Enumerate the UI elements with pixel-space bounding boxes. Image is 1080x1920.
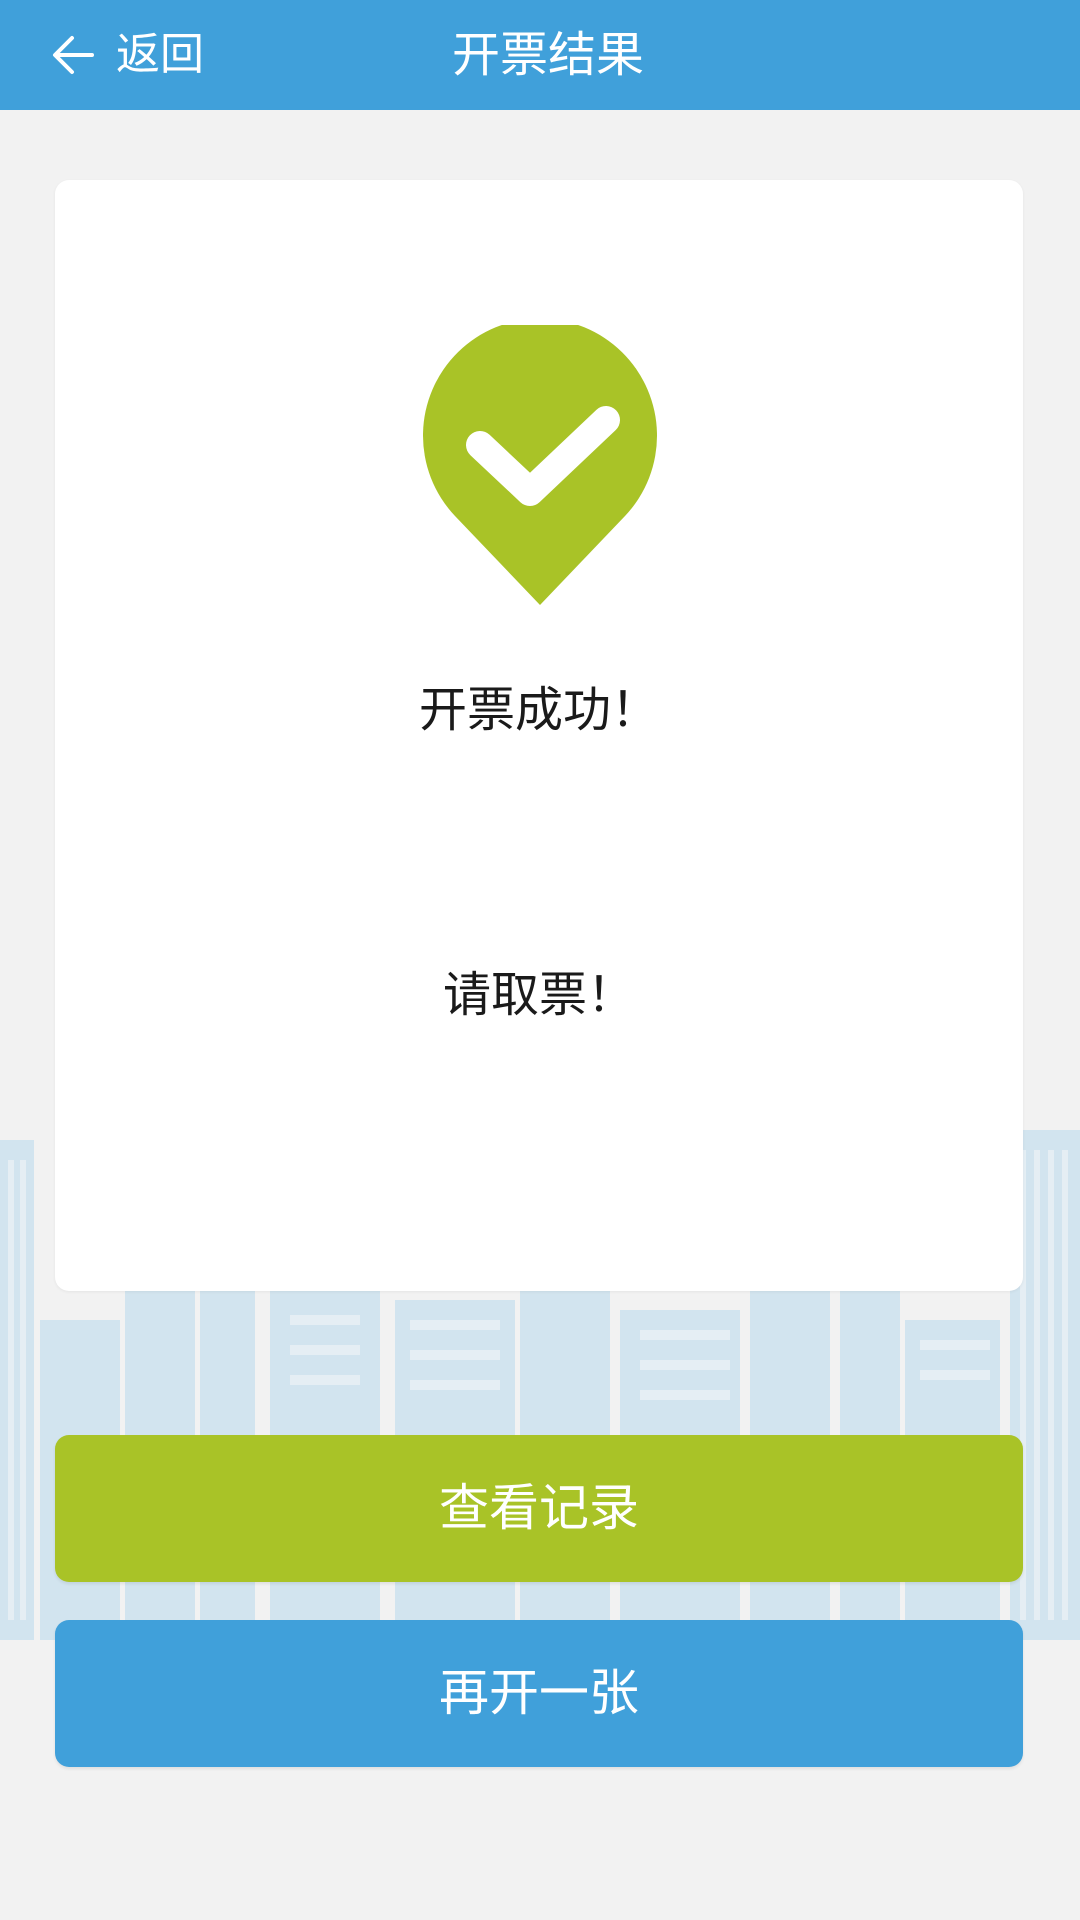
- check-pin-icon: [423, 325, 657, 605]
- issue-another-button[interactable]: 再开一张: [55, 1620, 1023, 1767]
- page-title: 开票结果: [451, 27, 644, 83]
- view-records-button[interactable]: 查看记录: [55, 1435, 1023, 1582]
- success-message: 开票成功！: [418, 682, 659, 738]
- take-ticket-message: 请取票！: [442, 967, 635, 1023]
- app-header: 返回 开票结果: [0, 0, 1080, 110]
- result-card: 开票成功！ 请取票！: [55, 180, 1023, 1291]
